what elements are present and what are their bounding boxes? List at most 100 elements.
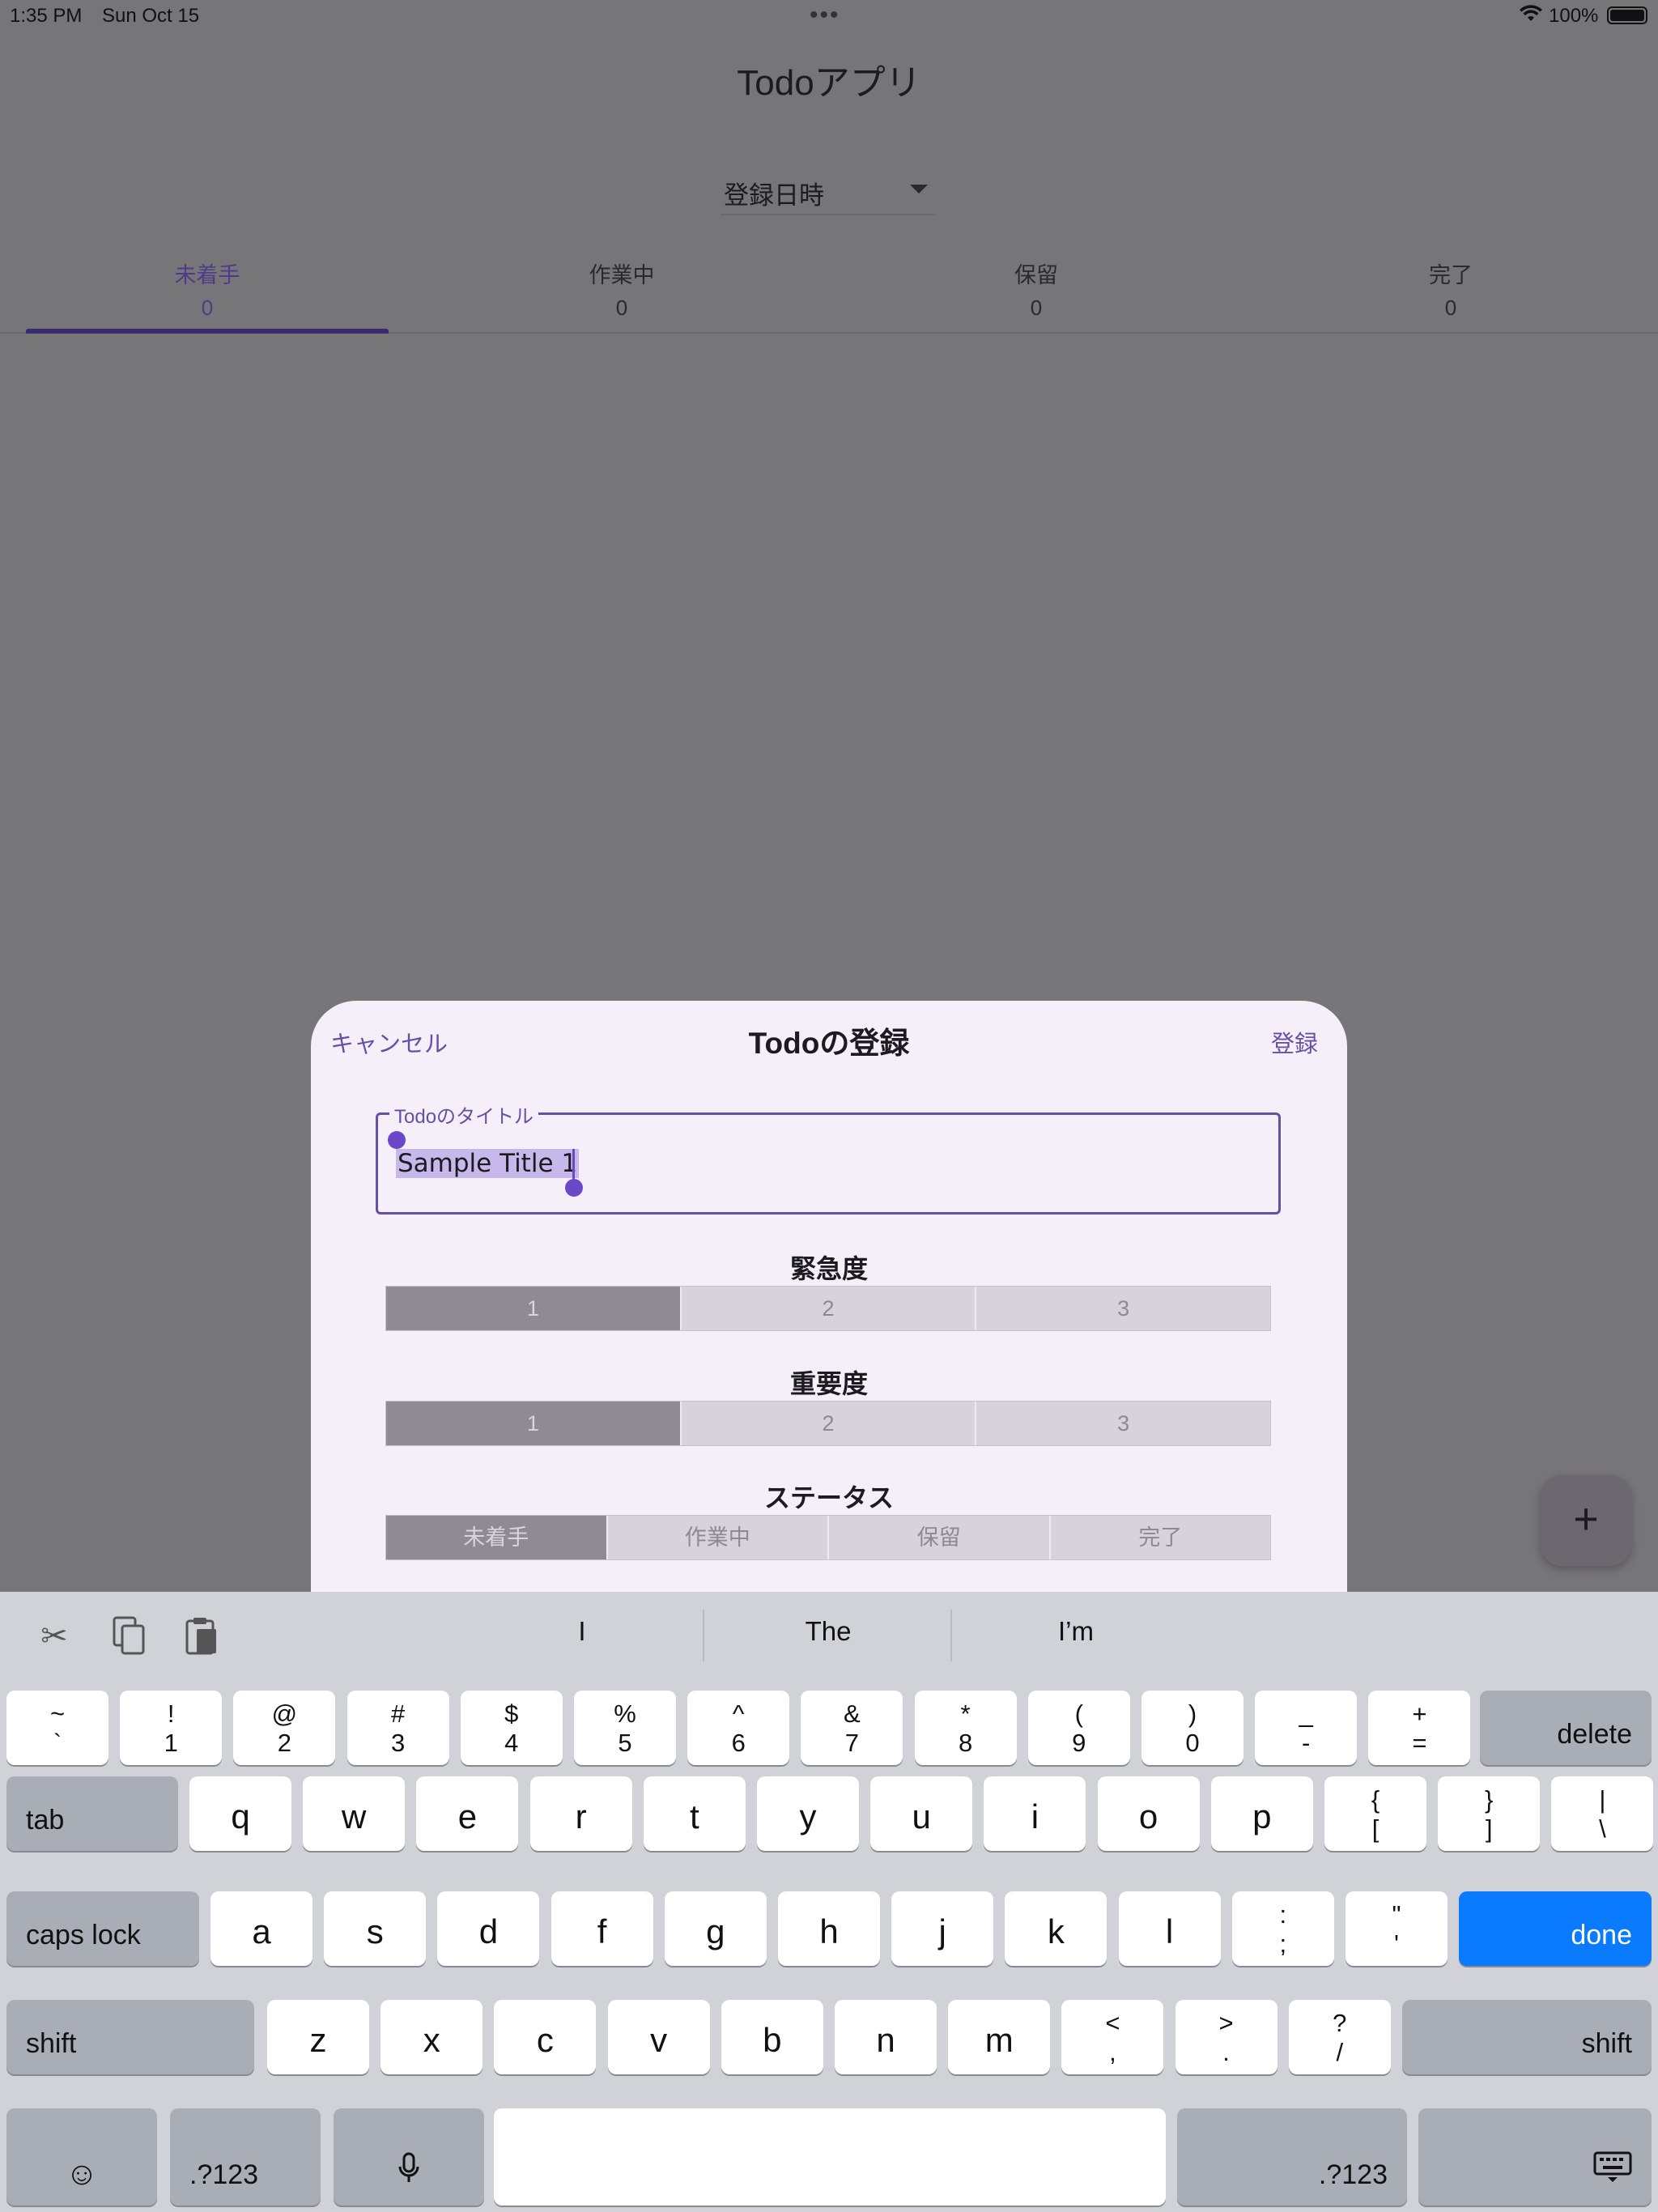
key-5[interactable]: % 5 — [574, 1691, 676, 1765]
tab-in-progress[interactable]: 作業中 0 — [414, 257, 829, 321]
key-shift-char: _ — [1299, 1699, 1313, 1728]
tab-done[interactable]: 完了 0 — [1244, 257, 1658, 321]
emoji-key[interactable]: ☺ — [6, 2108, 157, 2206]
key-symbol[interactable]: }] — [1438, 1776, 1541, 1851]
key-g[interactable]: g — [664, 1891, 767, 1966]
key-z[interactable]: z — [267, 2000, 369, 2074]
key-u[interactable]: u — [870, 1776, 973, 1851]
key-q[interactable]: q — [189, 1776, 291, 1851]
suggestion-1[interactable]: I — [458, 1616, 706, 1647]
register-button[interactable]: 登録 — [1271, 1025, 1318, 1059]
key-char: / — [1336, 2038, 1344, 2066]
key-x[interactable]: x — [380, 2000, 483, 2074]
key-b[interactable]: b — [721, 2000, 823, 2074]
key-p[interactable]: p — [1210, 1776, 1313, 1851]
paste-icon[interactable] — [180, 1616, 223, 1657]
status-option-on-hold[interactable]: 保留 — [827, 1516, 1049, 1559]
suggestion-3[interactable]: I’m — [952, 1616, 1200, 1647]
status-option-not-started[interactable]: 未着手 — [386, 1516, 606, 1559]
selection-end-handle[interactable] — [565, 1179, 583, 1197]
key-symbol[interactable]: " ' — [1346, 1891, 1448, 1966]
multitasking-dots-icon[interactable]: ••• — [810, 2, 840, 29]
key-h[interactable]: h — [778, 1891, 880, 1966]
key-4[interactable]: $4 — [460, 1691, 563, 1765]
selection-start-handle[interactable] — [388, 1131, 406, 1149]
key-c[interactable]: c — [494, 2000, 597, 2074]
urgency-option-2[interactable]: 2 — [679, 1287, 976, 1330]
key-3[interactable]: #3 — [346, 1691, 449, 1765]
tab-key[interactable]: tab — [6, 1776, 178, 1851]
key-s[interactable]: s — [324, 1891, 427, 1966]
dictation-key[interactable] — [334, 2108, 484, 2206]
key-9[interactable]: (9 — [1027, 1691, 1130, 1765]
urgency-segmented-control: 1 2 3 — [385, 1286, 1271, 1331]
key-char: 4 — [504, 1729, 519, 1757]
key-6[interactable]: ^ 6 — [687, 1691, 790, 1765]
key-8[interactable]: * 8 — [914, 1691, 1017, 1765]
importance-option-2[interactable]: 2 — [679, 1402, 976, 1445]
tab-not-started[interactable]: 未着手 0 — [0, 257, 414, 321]
numbers-toggle-key-right[interactable]: .?123 — [1177, 2108, 1407, 2206]
key-symbol[interactable]: ? / — [1288, 2000, 1391, 2074]
key-shift-char: ! — [167, 1699, 175, 1728]
urgency-option-3[interactable]: 3 — [975, 1287, 1270, 1330]
key-a[interactable]: a — [210, 1891, 312, 1966]
cancel-button[interactable]: キャンセル — [330, 1025, 448, 1059]
caps-lock-key[interactable]: caps lock — [6, 1891, 199, 1966]
key-e[interactable]: e — [416, 1776, 519, 1851]
tab-label: 未着手 — [174, 263, 240, 287]
todo-title-input[interactable]: Sample Title 1 — [396, 1149, 580, 1178]
key-7[interactable]: & 7 — [801, 1691, 903, 1765]
key-k[interactable]: k — [1005, 1891, 1107, 1966]
key-i[interactable]: i — [984, 1776, 1086, 1851]
suggestion-2[interactable]: The — [704, 1616, 952, 1647]
todo-title-field[interactable]: Todoのタイトル Sample Title 1 — [376, 1100, 1281, 1214]
left-shift-key[interactable]: shift — [6, 2000, 254, 2074]
key-`[interactable]: ~ ` — [6, 1691, 108, 1765]
key-1[interactable]: ! 1 — [120, 1691, 223, 1765]
status-tabs: 未着手 0 作業中 0 保留 0 完了 0 — [0, 254, 1658, 334]
importance-option-3[interactable]: 3 — [975, 1402, 1270, 1445]
key-symbol[interactable]: {[ — [1324, 1776, 1426, 1851]
done-key[interactable]: done — [1459, 1891, 1652, 1966]
key-=[interactable]: + = — [1368, 1691, 1471, 1765]
key-symbol[interactable]: | \ — [1551, 1776, 1654, 1851]
urgency-option-1[interactable]: 1 — [386, 1287, 680, 1330]
status-option-in-progress[interactable]: 作業中 — [606, 1516, 828, 1559]
key-l[interactable]: l — [1118, 1891, 1221, 1966]
key-r[interactable]: r — [529, 1776, 632, 1851]
key-char: x — [423, 2021, 440, 2059]
delete-key[interactable]: delete — [1480, 1691, 1652, 1765]
key-char: y — [799, 1797, 817, 1836]
key-w[interactable]: w — [303, 1776, 406, 1851]
key-char: 1 — [164, 1729, 178, 1757]
key-char: ] — [1485, 1814, 1493, 1843]
right-shift-key[interactable]: shift — [1402, 2000, 1652, 2074]
status-option-done[interactable]: 完了 — [1048, 1516, 1271, 1559]
key-d[interactable]: d — [437, 1891, 540, 1966]
key-n[interactable]: n — [835, 2000, 937, 2074]
importance-option-1[interactable]: 1 — [386, 1402, 680, 1445]
add-todo-button[interactable]: + — [1541, 1475, 1631, 1566]
key-t[interactable]: t — [643, 1776, 746, 1851]
key-symbol[interactable]: <, — [1061, 2000, 1164, 2074]
key-j[interactable]: j — [891, 1891, 994, 1966]
status-time: 1:35 PM — [10, 5, 83, 27]
key--[interactable]: _ - — [1255, 1691, 1358, 1765]
hide-keyboard-key[interactable] — [1418, 2108, 1652, 2206]
key-m[interactable]: m — [948, 2000, 1051, 2074]
key-0[interactable]: ) 0 — [1141, 1691, 1244, 1765]
key-y[interactable]: y — [757, 1776, 859, 1851]
sort-dropdown[interactable]: 登録日時 — [721, 168, 936, 215]
key-2[interactable]: @2 — [233, 1691, 336, 1765]
key-symbol[interactable]: >. — [1175, 2000, 1278, 2074]
space-key[interactable] — [494, 2108, 1166, 2206]
numbers-toggle-key[interactable]: .?123 — [170, 2108, 321, 2206]
tab-on-hold[interactable]: 保留 0 — [829, 257, 1244, 321]
key-f[interactable]: f — [551, 1891, 653, 1966]
key-symbol[interactable]: :; — [1231, 1891, 1334, 1966]
key-v[interactable]: v — [607, 2000, 710, 2074]
key-o[interactable]: o — [1097, 1776, 1200, 1851]
cut-icon[interactable]: ✂ — [32, 1616, 76, 1657]
copy-icon[interactable] — [107, 1616, 151, 1657]
